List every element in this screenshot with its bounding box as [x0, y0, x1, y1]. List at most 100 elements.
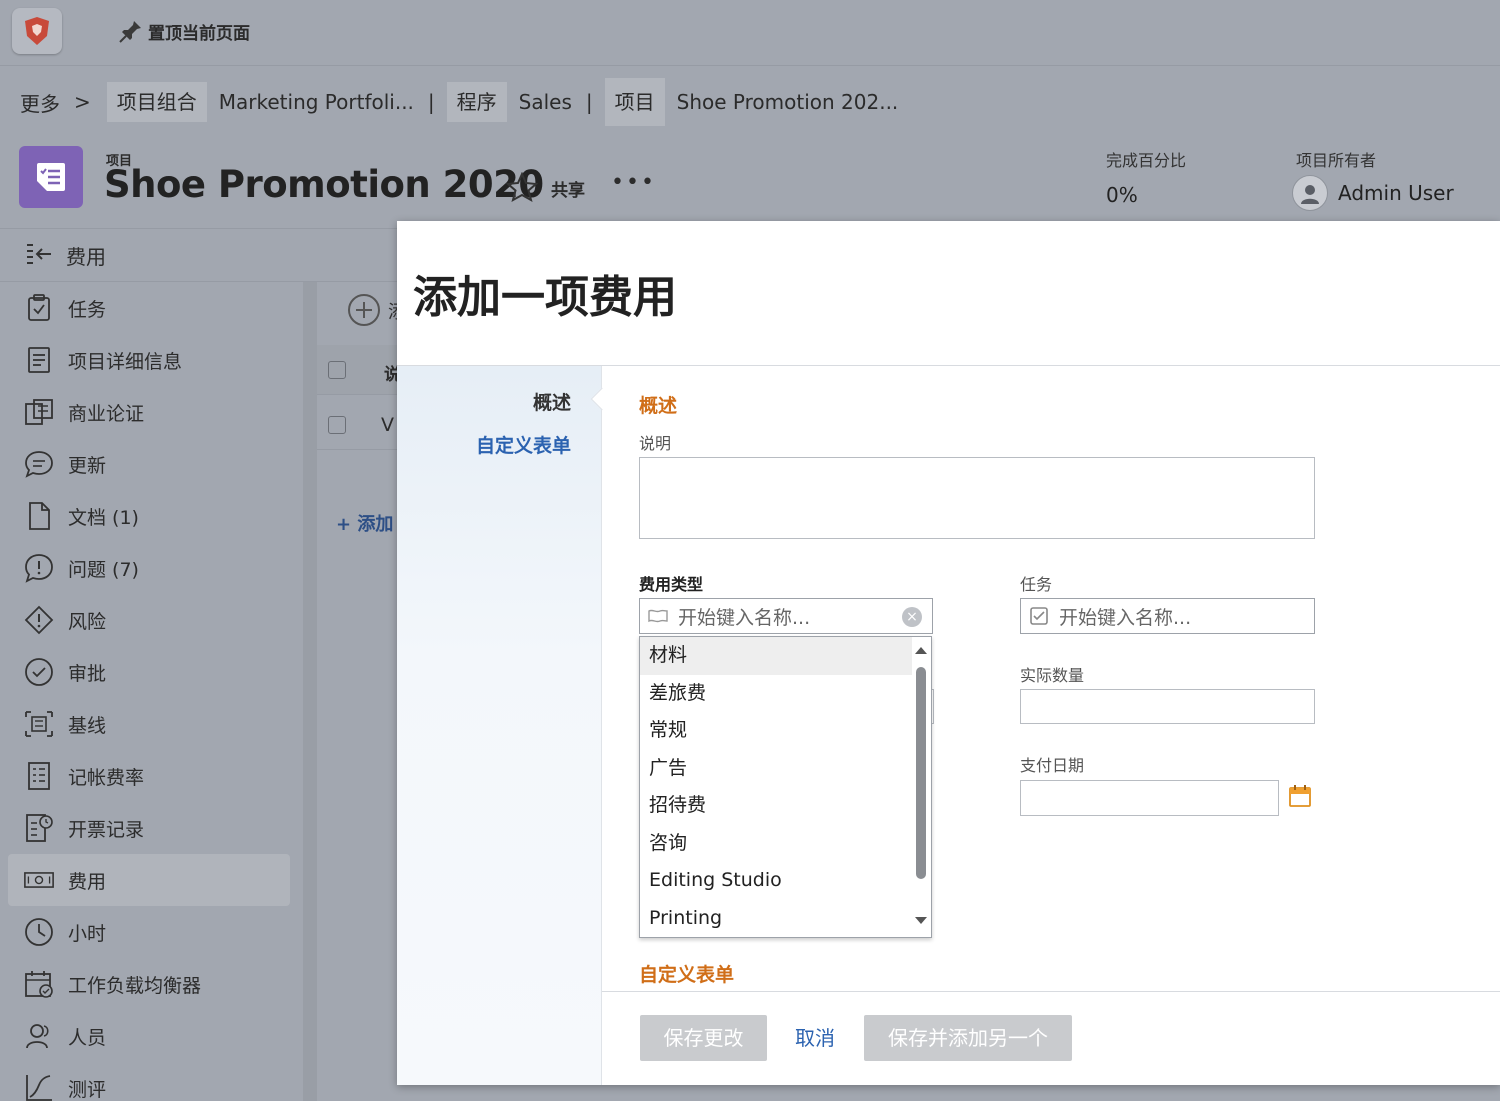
document-lines-icon: [24, 345, 54, 375]
expense-type-dropdown: 材料 差旅费 常规 广告 招待费 咨询 Editing Studio Print…: [639, 636, 932, 938]
task-placeholder: 开始键入名称...: [1059, 606, 1192, 629]
sidebar-item-approvals[interactable]: 审批: [0, 646, 300, 698]
sidebar-item-label: 风险: [68, 610, 107, 633]
clear-input-icon[interactable]: ×: [902, 607, 922, 627]
sidebar-item-label: 小时: [68, 922, 107, 945]
sidebar-scrollbar[interactable]: [303, 282, 317, 1101]
description-label: 说明: [639, 434, 672, 453]
favorite-star-icon[interactable]: [505, 171, 539, 206]
project-owner-name[interactable]: Admin User: [1338, 181, 1454, 205]
flag-icon: [644, 604, 672, 628]
breadcrumb-separator: >: [74, 90, 91, 114]
dropdown-scrollbar[interactable]: [911, 637, 931, 937]
sidebar-item-project-details[interactable]: 项目详细信息: [0, 334, 300, 386]
select-all-checkbox[interactable]: [328, 361, 346, 379]
save-and-add-another-button[interactable]: 保存并添加另一个: [864, 1015, 1072, 1061]
row-checkbox[interactable]: [328, 416, 346, 434]
risk-diamond-icon: [24, 605, 54, 635]
actual-quantity-input[interactable]: [1020, 689, 1315, 724]
invoice-icon: [24, 813, 54, 843]
pay-date-input[interactable]: [1020, 780, 1279, 816]
sidebar-item-label: 费用: [68, 870, 107, 893]
sidebar-item-workload-balancer[interactable]: 工作负载均衡器: [0, 958, 300, 1010]
task-label: 任务: [1020, 575, 1053, 594]
sidebar-item-hours[interactable]: 小时: [0, 906, 300, 958]
percent-complete-label: 完成百分比: [1106, 151, 1187, 170]
people-icon: [24, 1021, 54, 1051]
dropdown-option[interactable]: 广告: [640, 750, 912, 788]
user-avatar-icon: [1301, 185, 1319, 204]
issue-bubble-icon: [24, 553, 54, 583]
sidebar-item-label: 商业论证: [68, 402, 145, 425]
pin-page-label: 置顶当前页面: [148, 23, 250, 44]
sidebar-nav: 任务 项目详细信息 商业论证 更新 文档 (1) 问题 (7) 风险 审批 基线…: [0, 282, 300, 1101]
add-expense-dialog: 添加一项费用 概述 自定义表单 保存更改 取消 保存并添加另一个: [397, 221, 1500, 1085]
sidebar-item-issues[interactable]: 问题 (7): [0, 542, 300, 594]
task-checkbox-icon: [1025, 604, 1053, 628]
task-input[interactable]: 开始键入名称...: [1020, 598, 1315, 634]
clock-icon: [24, 917, 54, 947]
sidebar-item-tasks[interactable]: 任务: [0, 282, 300, 334]
dropdown-option[interactable]: 差旅费: [640, 675, 912, 713]
sidebar-item-invoices[interactable]: 开票记录: [0, 802, 300, 854]
billing-rate-icon: [24, 761, 54, 791]
dropdown-scroll-thumb[interactable]: [916, 667, 926, 879]
breadcrumb-more[interactable]: 更多: [0, 88, 68, 117]
sidebar-item-label: 人员: [68, 1026, 107, 1049]
breadcrumb-portfolio-type: 项目组合: [106, 82, 207, 122]
breadcrumb-project-link[interactable]: Shoe Promotion 202...: [665, 90, 907, 114]
section-nav-custom-forms[interactable]: 自定义表单: [476, 431, 571, 458]
sidebar-item-baselines[interactable]: 基线: [0, 698, 300, 750]
scroll-down-arrow-icon[interactable]: [915, 917, 927, 924]
dropdown-option[interactable]: 咨询: [640, 825, 912, 863]
expense-type-input[interactable]: 开始键入名称... ×: [639, 598, 933, 634]
sidebar-item-expenses[interactable]: 费用: [8, 854, 290, 906]
add-circle-icon[interactable]: [348, 294, 380, 326]
description-textarea[interactable]: [639, 457, 1315, 539]
sidebar-item-label: 开票记录: [68, 818, 145, 841]
dropdown-option[interactable]: Editing Studio: [640, 862, 912, 900]
pin-page-button[interactable]: 置顶当前页面: [118, 18, 250, 44]
sidebar-item-billing-rates[interactable]: 记帐费率: [0, 750, 300, 802]
breadcrumb-program-type: 程序: [446, 82, 507, 122]
breadcrumb: 更多 > 项目组合 Marketing Portfoli... | 程序 Sal…: [0, 78, 906, 126]
sidebar-item-label: 项目详细信息: [68, 350, 183, 373]
browser-logo-button[interactable]: [12, 8, 62, 54]
more-options-icon[interactable]: •••: [611, 170, 656, 195]
share-button[interactable]: 共享: [551, 176, 585, 201]
dialog-title: 添加一项费用: [413, 272, 677, 323]
pushpin-icon: [119, 21, 141, 43]
sidebar-item-business-case[interactable]: 商业论证: [0, 386, 300, 438]
sidebar-item-label: 工作负载均衡器: [68, 974, 202, 997]
approval-check-icon: [24, 657, 54, 687]
dropdown-option[interactable]: 招待费: [640, 787, 912, 825]
save-button[interactable]: 保存更改: [640, 1015, 767, 1061]
sidebar-item-label: 基线: [68, 714, 107, 737]
avatar[interactable]: [1292, 175, 1328, 211]
section-title-overview: 概述: [639, 395, 678, 417]
breadcrumb-program-link[interactable]: Sales: [507, 90, 580, 114]
sidebar-item-risks[interactable]: 风险: [0, 594, 300, 646]
add-expense-link[interactable]: + 添加: [336, 510, 393, 536]
dropdown-option[interactable]: 常规: [640, 712, 912, 750]
collapse-sidebar-icon[interactable]: [24, 240, 54, 270]
sidebar-item-label: 测评: [68, 1078, 107, 1101]
sidebar-item-people[interactable]: 人员: [0, 1010, 300, 1062]
sidebar-item-reviews[interactable]: 测评: [0, 1062, 300, 1101]
sidebar-item-documents[interactable]: 文档 (1): [0, 490, 300, 542]
expense-type-label: 费用类型: [639, 575, 704, 594]
section-nav-overview[interactable]: 概述: [533, 388, 571, 415]
cancel-button[interactable]: 取消: [787, 1015, 843, 1061]
sidebar-header-label: 费用: [66, 244, 106, 269]
breadcrumb-project-type: 项目: [604, 78, 665, 126]
chart-line-icon: [24, 1073, 54, 1101]
pay-date-label: 支付日期: [1020, 756, 1085, 775]
calendar-icon[interactable]: [1288, 784, 1312, 812]
project-card-icon: [37, 163, 65, 191]
sidebar-item-updates[interactable]: 更新: [0, 438, 300, 490]
money-icon: [24, 865, 54, 895]
scroll-up-arrow-icon[interactable]: [915, 647, 927, 654]
breadcrumb-portfolio-link[interactable]: Marketing Portfoli...: [207, 90, 422, 114]
dropdown-option[interactable]: Printing: [640, 900, 912, 938]
dropdown-option[interactable]: 材料: [640, 637, 912, 675]
